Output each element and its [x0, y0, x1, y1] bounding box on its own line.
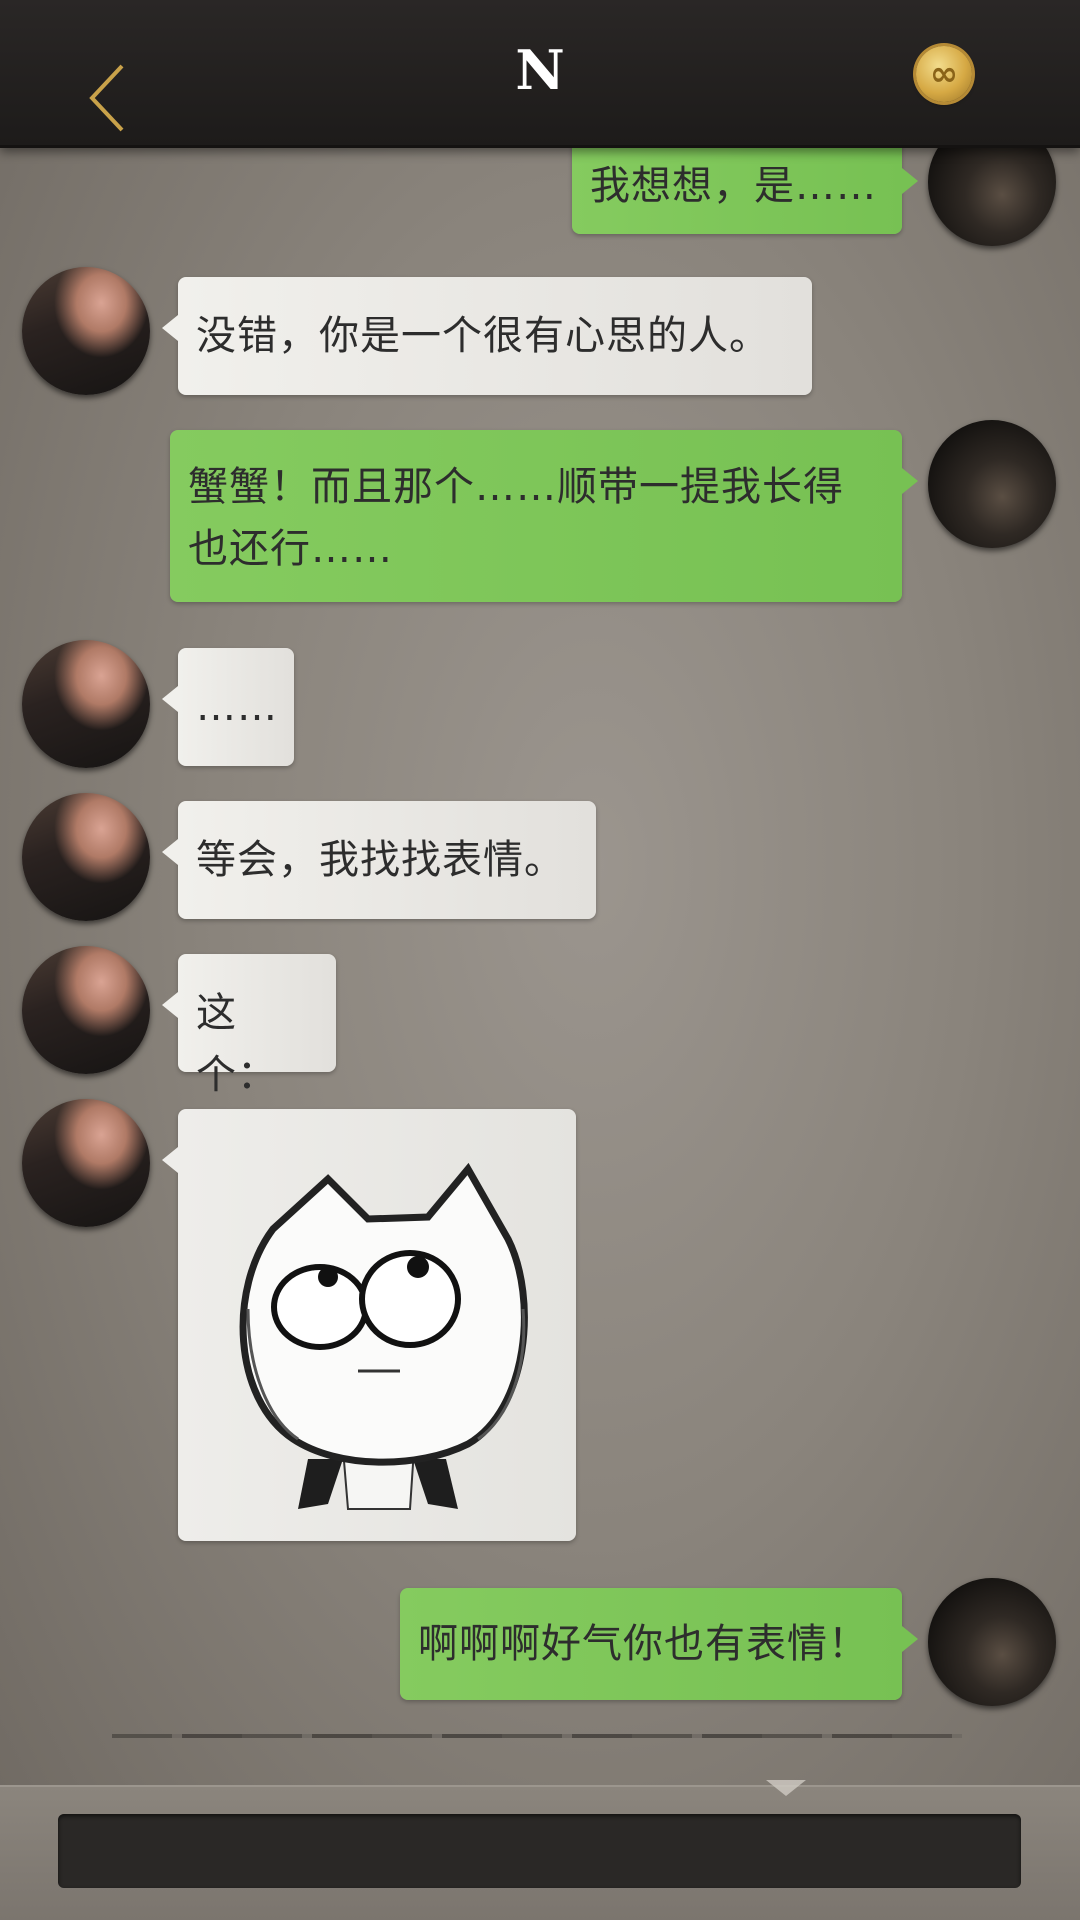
outgoing-message[interactable]: 啊啊啊好气你也有表情！: [400, 1588, 918, 1700]
avatar-contact[interactable]: [22, 793, 150, 921]
message-text: 这个：: [196, 990, 278, 1098]
message-text: 蟹蟹！而且那个……顺带一提我长得也还行……: [188, 464, 844, 572]
incoming-message[interactable]: 等会，我找找表情。: [162, 801, 596, 919]
infinity-coin-icon[interactable]: ∞: [916, 46, 972, 102]
chat-area[interactable]: 我想想，是…… 没错，你是一个很有心思的人。 蟹蟹！而且那个……顺带一提我长得也…: [0, 0, 1080, 1785]
cat-pupil-left: [318, 1267, 338, 1287]
message-input[interactable]: [58, 1814, 1021, 1888]
coin-symbol: ∞: [929, 54, 959, 94]
message-text: 等会，我找找表情。: [196, 837, 565, 883]
avatar-contact[interactable]: [22, 267, 150, 395]
message-text: 没错，你是一个很有心思的人。: [196, 313, 770, 359]
top-bar: N ∞: [0, 0, 1080, 148]
incoming-message[interactable]: 没错，你是一个很有心思的人。: [162, 277, 812, 395]
incoming-message[interactable]: 这个：: [162, 954, 336, 1098]
avatar-contact[interactable]: [22, 946, 150, 1074]
avatar-self[interactable]: [928, 420, 1056, 548]
cat-pupil-right: [407, 1256, 429, 1278]
input-bar: [0, 1785, 1080, 1920]
sticker-message[interactable]: [162, 1109, 576, 1541]
message-text: ……: [196, 684, 278, 730]
cat-wing-left: [298, 1459, 343, 1509]
message-text: 啊啊啊好气你也有表情！: [418, 1621, 869, 1667]
cat-wing-right: [413, 1459, 458, 1509]
avatar-self[interactable]: [928, 1578, 1056, 1706]
divider: [112, 1734, 962, 1738]
cat-rolling-eyes-sticker: [239, 1162, 528, 1510]
avatar-contact[interactable]: [22, 640, 150, 768]
message-text: 我想想，是……: [590, 163, 877, 209]
outgoing-message[interactable]: 蟹蟹！而且那个……顺带一提我长得也还行……: [170, 430, 918, 602]
avatar-contact[interactable]: [22, 1099, 150, 1227]
incoming-message[interactable]: ……: [162, 648, 294, 766]
